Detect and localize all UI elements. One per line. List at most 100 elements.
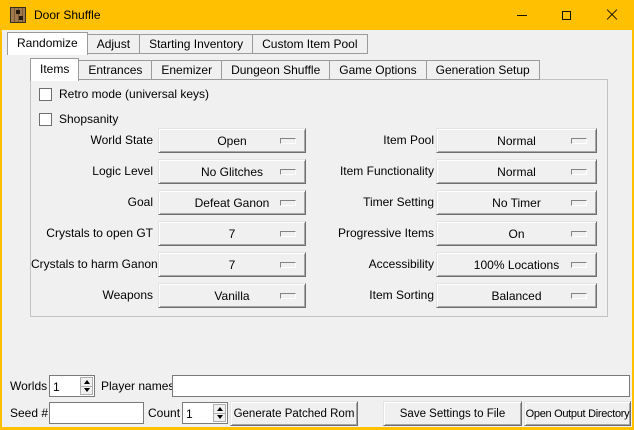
progressive-items-dropdown[interactable]: On: [436, 221, 597, 246]
shopsanity-label: Shopsanity: [59, 112, 118, 126]
items-pane: Retro mode (universal keys) Shopsanity W…: [30, 79, 608, 317]
item-pool-dropdown[interactable]: Normal: [436, 128, 597, 153]
door-shuffle-window: Door Shuffle Randomize Adjust Starting I…: [0, 0, 634, 430]
accessibility-dropdown[interactable]: 100% Locations: [436, 252, 597, 277]
dropdown-indicator-icon: [280, 138, 296, 144]
open-output-directory-button[interactable]: Open Output Directory: [524, 401, 631, 426]
close-button[interactable]: [589, 0, 634, 30]
close-icon: [606, 9, 618, 21]
dropdown-indicator-icon: [571, 293, 587, 299]
weapons-dropdown[interactable]: Vanilla: [158, 283, 306, 308]
worlds-label: Worlds: [10, 379, 47, 393]
logic-level-dropdown[interactable]: No Glitches: [158, 159, 306, 184]
dropdown-indicator-icon: [280, 169, 296, 175]
seed-label: Seed #: [10, 406, 48, 420]
options-row: World State Open Item Pool Normal: [31, 128, 607, 153]
window-controls: [499, 0, 634, 30]
player-names-label: Player names: [101, 379, 174, 393]
titlebar[interactable]: Door Shuffle: [0, 0, 634, 30]
logic-level-label: Logic Level: [31, 164, 153, 178]
world-state-label: World State: [31, 133, 153, 147]
options-row: Goal Defeat Ganon Timer Setting No Timer: [31, 190, 607, 215]
spin-down-button[interactable]: [80, 387, 93, 396]
progressive-items-label: Progressive Items: [311, 226, 434, 240]
dropdown-indicator-icon: [571, 231, 587, 237]
item-functionality-dropdown[interactable]: Normal: [436, 159, 597, 184]
seed-input[interactable]: [49, 402, 144, 424]
goal-dropdown[interactable]: Defeat Ganon: [158, 190, 306, 215]
crystals-gt-label: Crystals to open GT: [31, 226, 153, 240]
crystals-ganon-label: Crystals to harm Ganon: [31, 257, 153, 271]
arrow-up-icon: [217, 407, 223, 411]
goal-value: Defeat Ganon: [195, 196, 270, 210]
options-row: Crystals to open GT 7 Progressive Items …: [31, 221, 607, 246]
count-spinner[interactable]: [182, 402, 228, 424]
tab-generation-setup[interactable]: Generation Setup: [427, 60, 540, 80]
world-state-value: Open: [217, 134, 246, 148]
options-row: Logic Level No Glitches Item Functionali…: [31, 159, 607, 184]
crystals-gt-value: 7: [229, 227, 236, 241]
count-spinner-arrows: [213, 404, 226, 422]
dropdown-indicator-icon: [280, 200, 296, 206]
item-functionality-value: Normal: [497, 165, 536, 179]
crystals-gt-dropdown[interactable]: 7: [158, 221, 306, 246]
dropdown-indicator-icon: [571, 138, 587, 144]
item-sorting-label: Item Sorting: [311, 288, 434, 302]
arrow-down-icon: [217, 415, 223, 419]
weapons-value: Vanilla: [214, 289, 249, 303]
timer-setting-label: Timer Setting: [311, 195, 434, 209]
minimize-button[interactable]: [499, 0, 544, 30]
weapons-label: Weapons: [31, 288, 153, 302]
timer-setting-value: No Timer: [492, 196, 541, 210]
shopsanity-checkbox[interactable]: [39, 113, 52, 126]
retro-mode-checkbox-row[interactable]: Retro mode (universal keys): [39, 84, 209, 104]
accessibility-label: Accessibility: [311, 257, 434, 271]
spin-up-button[interactable]: [213, 404, 226, 414]
spin-up-button[interactable]: [80, 377, 93, 387]
tab-entrances[interactable]: Entrances: [79, 60, 152, 80]
dropdown-indicator-icon: [280, 262, 296, 268]
spin-down-button[interactable]: [213, 414, 226, 423]
item-sorting-dropdown[interactable]: Balanced: [436, 283, 597, 308]
arrow-up-icon: [84, 380, 90, 384]
tab-adjust[interactable]: Adjust: [88, 34, 140, 54]
item-functionality-label: Item Functionality: [311, 164, 434, 178]
tab-items[interactable]: Items: [30, 58, 79, 81]
sub-tab-bar: Items Entrances Enemizer Dungeon Shuffle…: [30, 57, 540, 80]
dropdown-indicator-icon: [280, 293, 296, 299]
timer-setting-dropdown[interactable]: No Timer: [436, 190, 597, 215]
window-title: Door Shuffle: [34, 8, 101, 22]
main-tab-bar: Randomize Adjust Starting Inventory Cust…: [7, 31, 368, 54]
accessibility-value: 100% Locations: [474, 258, 559, 272]
shopsanity-checkbox-row[interactable]: Shopsanity: [39, 109, 118, 129]
tab-dungeon-shuffle[interactable]: Dungeon Shuffle: [222, 60, 330, 80]
tab-starting-inventory[interactable]: Starting Inventory: [140, 34, 253, 54]
retro-mode-checkbox[interactable]: [39, 88, 52, 101]
dropdown-indicator-icon: [571, 200, 587, 206]
tab-game-options[interactable]: Game Options: [330, 60, 426, 80]
door-app-icon: [10, 7, 26, 23]
goal-label: Goal: [31, 195, 153, 209]
minimize-icon: [517, 15, 527, 16]
crystals-ganon-dropdown[interactable]: 7: [158, 252, 306, 277]
player-names-input[interactable]: [172, 375, 630, 397]
count-label: Count: [148, 406, 180, 420]
worlds-spinner[interactable]: [49, 375, 95, 397]
retro-mode-label: Retro mode (universal keys): [59, 87, 209, 101]
tab-randomize[interactable]: Randomize: [7, 32, 88, 55]
world-state-dropdown[interactable]: Open: [158, 128, 306, 153]
options-row: Weapons Vanilla Item Sorting Balanced: [31, 283, 607, 308]
maximize-button[interactable]: [544, 0, 589, 30]
progressive-items-value: On: [508, 227, 524, 241]
item-pool-label: Item Pool: [311, 133, 434, 147]
options-row: Crystals to harm Ganon 7 Accessibility 1…: [31, 252, 607, 277]
logic-level-value: No Glitches: [201, 165, 263, 179]
arrow-down-icon: [84, 388, 90, 392]
item-sorting-value: Balanced: [491, 289, 541, 303]
save-settings-button[interactable]: Save Settings to File: [383, 401, 522, 426]
dropdown-indicator-icon: [571, 169, 587, 175]
generate-patched-rom-button[interactable]: Generate Patched Rom: [230, 401, 358, 426]
crystals-ganon-value: 7: [229, 258, 236, 272]
tab-enemizer[interactable]: Enemizer: [152, 60, 222, 80]
tab-custom-item-pool[interactable]: Custom Item Pool: [253, 34, 367, 54]
